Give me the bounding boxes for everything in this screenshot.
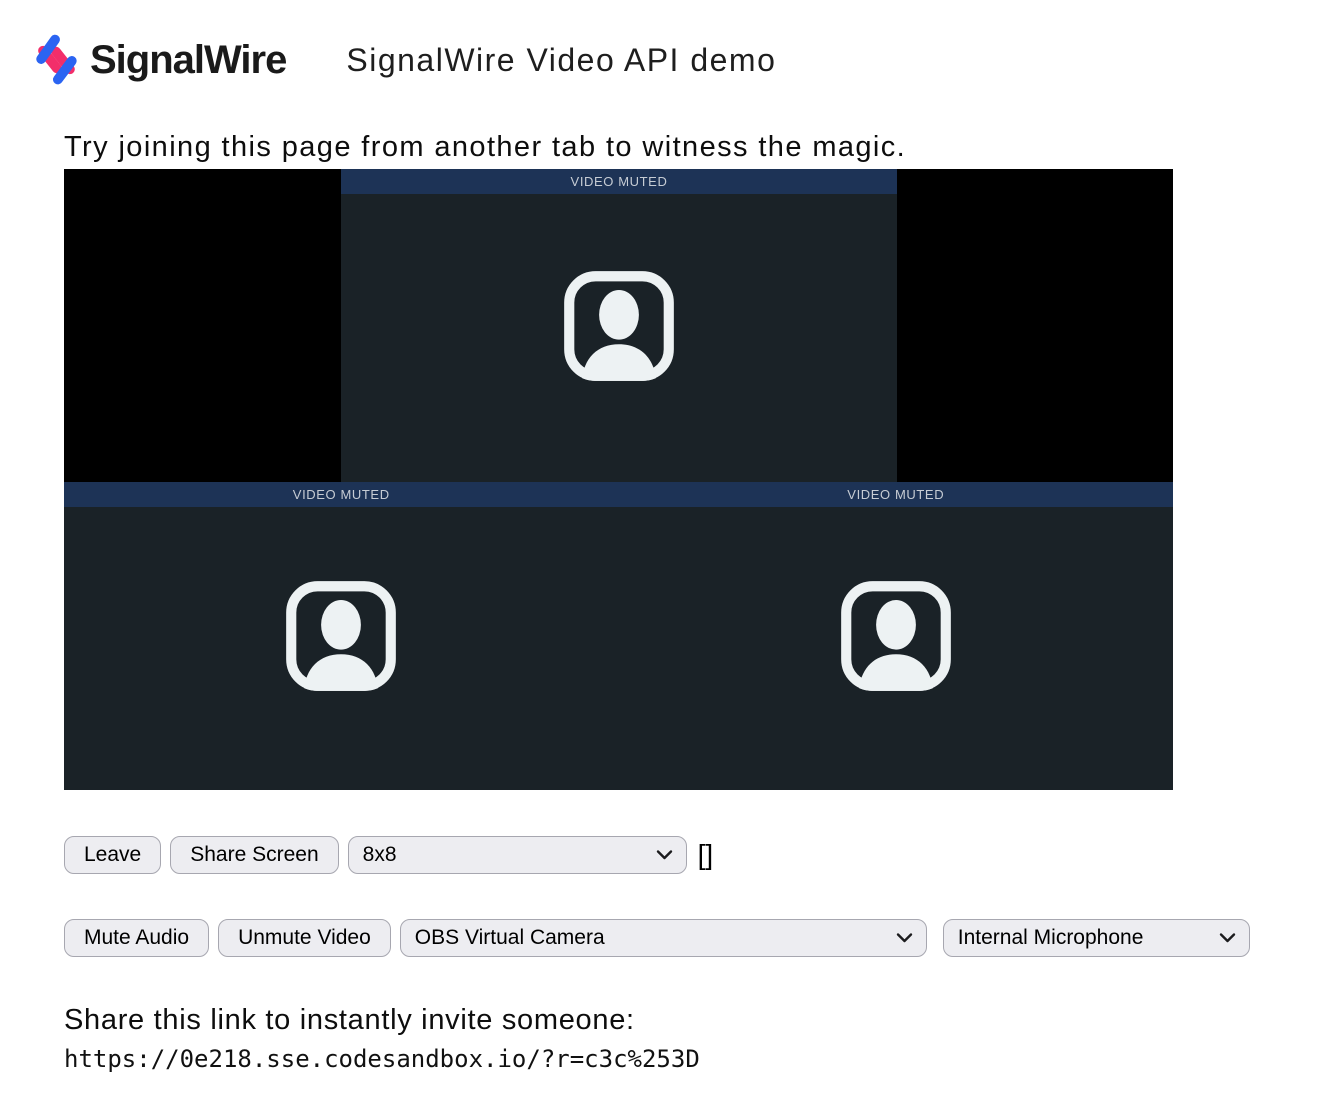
- camera-select[interactable]: OBS Virtual Camera: [400, 919, 927, 957]
- leave-button[interactable]: Leave: [64, 836, 161, 874]
- mute-audio-button[interactable]: Mute Audio: [64, 919, 209, 957]
- share-screen-button[interactable]: Share Screen: [170, 836, 338, 874]
- signalwire-logo-icon: [30, 29, 82, 91]
- empty-video-slot: [897, 169, 1173, 482]
- header: SignalWire SignalWire Video API demo: [30, 28, 1336, 92]
- chevron-down-icon: [1219, 933, 1236, 944]
- empty-video-slot: [64, 169, 341, 482]
- video-muted-banner: VIDEO MUTED: [64, 482, 619, 507]
- call-controls: Leave Share Screen 8x8 []: [64, 836, 1336, 874]
- participant-tile: VIDEO MUTED: [341, 169, 897, 482]
- page-title: SignalWire Video API demo: [346, 42, 776, 79]
- video-grid-bottom-row: VIDEO MUTED VIDEO MUTED: [64, 482, 1173, 790]
- chevron-down-icon: [656, 850, 673, 861]
- chevron-down-icon: [896, 933, 913, 944]
- media-controls: Mute Audio Unmute Video OBS Virtual Came…: [64, 919, 1336, 957]
- microphone-select[interactable]: Internal Microphone: [943, 919, 1250, 957]
- intro-text: Try joining this page from another tab t…: [64, 131, 1336, 164]
- video-demo-page: SignalWire SignalWire Video API demo Try…: [0, 28, 1336, 1073]
- video-grid: VIDEO MUTED VIDEO MUTED: [64, 169, 1173, 790]
- participant-tile: VIDEO MUTED: [64, 482, 619, 790]
- muted-avatar-icon: [831, 571, 961, 701]
- video-muted-banner: VIDEO MUTED: [341, 169, 897, 194]
- video-muted-label: VIDEO MUTED: [293, 487, 390, 502]
- video-muted-label: VIDEO MUTED: [847, 487, 944, 502]
- layout-select[interactable]: 8x8: [348, 836, 687, 874]
- video-muted-label: VIDEO MUTED: [571, 174, 668, 189]
- video-grid-top-row: VIDEO MUTED: [64, 169, 1173, 482]
- share-heading: Share this link to instantly invite some…: [64, 1004, 1336, 1037]
- participant-tile: VIDEO MUTED: [619, 482, 1174, 790]
- video-muted-banner: VIDEO MUTED: [619, 482, 1174, 507]
- unmute-video-button[interactable]: Unmute Video: [218, 919, 391, 957]
- muted-avatar-icon: [554, 261, 684, 391]
- layout-array-text: []: [698, 841, 714, 869]
- layout-select-value: 8x8: [363, 843, 397, 867]
- microphone-select-value: Internal Microphone: [958, 926, 1144, 950]
- invite-link[interactable]: https://0e218.sse.codesandbox.io/?r=c3c%…: [64, 1045, 1336, 1073]
- camera-select-value: OBS Virtual Camera: [415, 926, 605, 950]
- brand-wordmark: SignalWire: [90, 38, 286, 83]
- muted-avatar-icon: [276, 571, 406, 701]
